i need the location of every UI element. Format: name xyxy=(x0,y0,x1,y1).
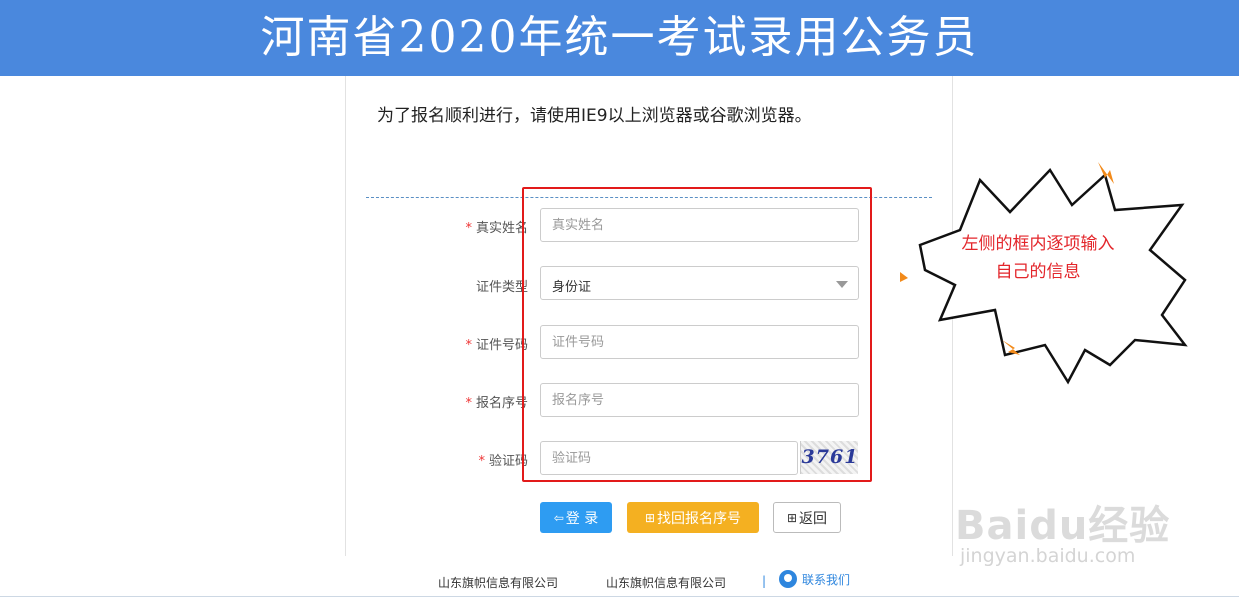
header-banner: 河南省2020年统一考试录用公务员 xyxy=(0,0,1239,76)
footer-company: 山东旗帜信息有限公司 xyxy=(438,576,559,590)
captcha-label: * 验证码 xyxy=(478,454,528,469)
name-label: * 真实姓名 xyxy=(465,221,528,236)
binoculars-icon: ⊞ xyxy=(644,510,656,525)
login-button[interactable]: ⇦ 登 录 xyxy=(540,502,612,533)
id-type-label: 证件类型 xyxy=(475,280,528,295)
browser-notice: 为了报名顺利进行，请使用IE9以上浏览器或谷歌浏览器。 xyxy=(377,106,812,126)
footer-divider xyxy=(0,596,1239,597)
annotation-text: 左侧的框内逐项输入 自己的信息 xyxy=(961,234,1115,282)
back-button[interactable]: ⊞ 返回 xyxy=(773,502,841,533)
footer-separator: | xyxy=(762,574,767,588)
contact-us-link[interactable]: 联系我们 xyxy=(779,570,850,588)
baidu-watermark: Baidu经验 xyxy=(955,503,1171,549)
binoculars-icon: ⊞ xyxy=(786,510,798,525)
highlight-box xyxy=(522,187,872,482)
spark-mark xyxy=(900,272,908,282)
footer-company: 山东旗帜信息有限公司 xyxy=(606,576,727,590)
watermark-url: jingyan.baidu.com xyxy=(960,545,1136,567)
id-number-label: * 证件号码 xyxy=(465,338,528,353)
reg-number-label: * 报名序号 xyxy=(465,396,528,411)
find-reg-number-button[interactable]: ⊞ 找回报名序号 xyxy=(627,502,759,533)
page-title: 河南省2020年统一考试录用公务员 xyxy=(260,12,979,63)
required-mark: * xyxy=(465,221,472,236)
support-icon xyxy=(779,570,797,588)
login-icon: ⇦ xyxy=(553,510,564,525)
